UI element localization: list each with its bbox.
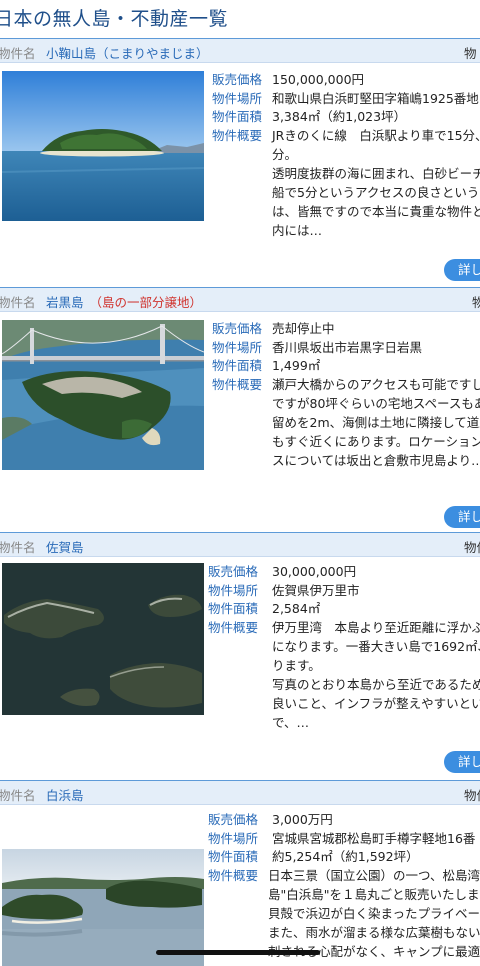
summary-line: ですが80坪ぐらいの宅地スペースもあり [272, 396, 480, 411]
price-label: 販売価格 [212, 321, 263, 336]
summary-line: 良いこと、インフラが整えやすいという [272, 696, 480, 711]
location-label: 物件場所 [208, 830, 259, 846]
location-label: 物件場所 [212, 90, 263, 106]
listing-header: 物件名 佐賀島 物件 [0, 533, 480, 557]
summary-line: で、… [272, 715, 310, 730]
summary-line: スについては坂出と倉敷市児島より… [272, 453, 480, 468]
listing-card[interactable]: 物件名 佐賀島 物件 販売価格 30,000,000円 物件場所佐賀県伊万里市 物… [0, 532, 480, 773]
page-title: 日本の無人島・不動産一覧 [0, 8, 229, 30]
price-label: 販売価格 [208, 564, 259, 579]
location-label: 物件場所 [208, 582, 259, 598]
summary-label: 物件概要 [212, 127, 263, 143]
details-button[interactable]: 詳し [444, 259, 480, 281]
property-name-text[interactable]: 佐賀島 [46, 540, 84, 555]
summary-label: 物件概要 [212, 376, 263, 392]
property-name-text[interactable]: 白浜島 [46, 788, 84, 803]
property-name-text[interactable]: 岩黒島 [46, 295, 84, 310]
summary-text: 伊万里湾 本島より至近距離に浮かぶ3 になります。一番大きい島で1692㎡、5 … [272, 618, 480, 732]
listing-card[interactable]: 物件名 岩黒島 （島の一部分譲地） 物 販売価格 売却停止中 物件場所 香川県坂… [0, 287, 480, 528]
summary-label: 物件概要 [208, 867, 259, 883]
header-right-label: 物 [464, 46, 477, 61]
summary-label: 物件概要 [208, 619, 259, 635]
summary-line: JRきのくに線 白浜駅より車で15分、桟 [272, 128, 480, 143]
price-label: 販売価格 [212, 72, 263, 87]
header-right-label: 物件 [464, 540, 480, 555]
location-label: 物件場所 [212, 339, 263, 355]
property-photo[interactable] [2, 71, 204, 221]
listing-header: 物件名 小鞠山島（こまりやまじま） 物 [0, 39, 480, 63]
location-value: 宮城県宮城郡松島町手樽字軽地16番 [272, 830, 476, 846]
summary-line: 日本三景（国立公園）の一つ、松島湾 [268, 868, 480, 883]
area-value: 約5,254㎡（約1,592坪） [272, 849, 419, 864]
summary-line: 分。 [272, 147, 298, 162]
property-photo[interactable] [2, 849, 204, 966]
listing-header: 物件名 岩黒島 （島の一部分譲地） 物 [0, 288, 480, 312]
details-button[interactable]: 詳し [444, 506, 480, 528]
property-photo[interactable] [2, 320, 204, 470]
summary-text: JRきのくに線 白浜駅より車で15分、桟 分。 透明度抜群の海に囲まれ、白砂ビー… [272, 126, 480, 240]
property-name[interactable]: 岩黒島 （島の一部分譲地） [46, 292, 202, 311]
property-name-label: 物件名 [0, 540, 36, 555]
property-name-label: 物件名 [0, 46, 36, 61]
property-note: （島の一部分譲地） [89, 295, 203, 310]
summary-text: 日本三景（国立公園）の一つ、松島湾 島"白浜島"を１島丸ごと販売いたしま 貝殻で… [268, 866, 480, 961]
summary-line: 船で5分というアクセスの良さという無人 [272, 185, 480, 200]
price-value: 売却停止中 [272, 321, 335, 336]
summary-line: 内には… [272, 223, 323, 238]
property-name-label: 物件名 [0, 295, 36, 310]
summary-line: 瀬戸大橋からのアクセスも可能ですし、 [272, 377, 480, 392]
area-value: 2,584㎡ [272, 601, 321, 616]
home-indicator[interactable] [156, 950, 320, 955]
listing-header: 物件名 白浜島 物件 [0, 781, 480, 805]
area-label: 物件面積 [212, 109, 263, 124]
listing-card[interactable]: 物件名 白浜島 物件 販売価格 3,000万円 [0, 780, 480, 966]
price-value: 3,000万円 [272, 812, 333, 827]
area-value: 3,384㎡（約1,023坪） [272, 109, 407, 124]
property-name-text[interactable]: 小鞠山島（こまりやまじま） [46, 46, 209, 61]
location-value: 和歌山県白浜町堅田字箱嶋1925番地 [272, 90, 479, 106]
summary-line: になります。一番大きい島で1692㎡、5 [272, 639, 480, 654]
price-label: 販売価格 [208, 812, 259, 827]
area-label: 物件面積 [208, 849, 259, 864]
summary-line: 写真のとおり本島から至近であるため、 [272, 677, 480, 692]
summary-line: 島"白浜島"を１島丸ごと販売いたしま [268, 887, 480, 902]
summary-line: ります。 [272, 658, 321, 673]
property-name[interactable]: 白浜島 [46, 785, 84, 804]
summary-line: もすぐ近くにあります。ロケーションも [272, 434, 480, 449]
price-value: 30,000,000円 [272, 564, 357, 579]
details-button[interactable]: 詳し [444, 751, 480, 773]
listing-card[interactable]: 物件名 小鞠山島（こまりやまじま） 物 販売価格 150,000,000円 物件… [0, 38, 480, 281]
price-value: 150,000,000円 [272, 72, 365, 87]
location-value: 香川県坂出市岩黒字日岩黒 [272, 339, 423, 355]
area-value: 1,499㎡ [272, 358, 321, 373]
property-name[interactable]: 小鞠山島（こまりやまじま） [46, 43, 209, 62]
summary-line: 貝殻で浜辺が白く染まったプライベー [268, 906, 480, 921]
property-photo[interactable] [2, 563, 204, 715]
property-name-label: 物件名 [0, 788, 36, 803]
area-label: 物件面積 [212, 358, 263, 373]
header-right-label: 物件 [464, 788, 480, 803]
summary-line: 伊万里湾 本島より至近距離に浮かぶ3 [272, 620, 480, 635]
summary-line: は、皆無ですので本当に貴重な物件とい [272, 204, 480, 219]
summary-line: また、雨水が溜まる様な広葉樹もない [268, 925, 480, 940]
area-label: 物件面積 [208, 601, 259, 616]
summary-text: 瀬戸大橋からのアクセスも可能ですし、 ですが80坪ぐらいの宅地スペースもあり 留… [272, 375, 480, 470]
property-name[interactable]: 佐賀島 [46, 537, 84, 556]
header-right-label: 物 [472, 295, 480, 310]
location-value: 佐賀県伊万里市 [272, 582, 360, 598]
summary-line: 透明度抜群の海に囲まれ、白砂ビーチが [272, 166, 480, 181]
summary-line: 留めを2m、海側は土地に隣接して道路と [272, 415, 480, 430]
